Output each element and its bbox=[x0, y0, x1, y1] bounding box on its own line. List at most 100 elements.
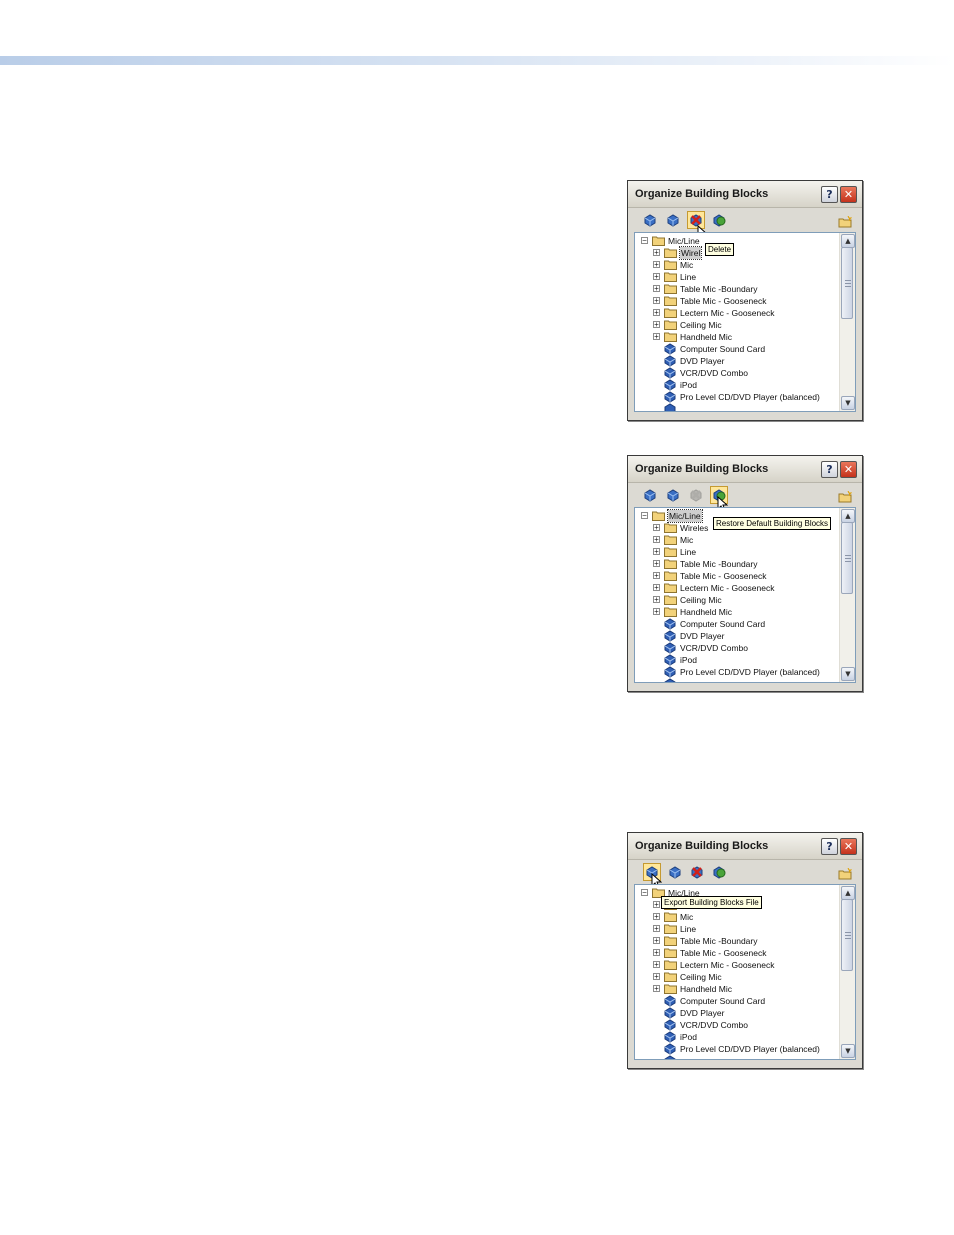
building-block-icon bbox=[663, 1007, 677, 1019]
expand-icon[interactable]: + bbox=[653, 309, 660, 317]
tree-item-label: Table Mic - Gooseneck bbox=[680, 296, 767, 306]
vertical-scrollbar[interactable]: ▲ ▼ bbox=[839, 508, 855, 682]
toolbar-tooltip: Export Building Blocks File bbox=[661, 896, 762, 909]
tree-item-label: Lectern Mic - Gooseneck bbox=[680, 308, 775, 318]
scroll-up-icon[interactable]: ▲ bbox=[841, 234, 855, 248]
tree-item-label: VCR/DVD Combo bbox=[680, 368, 749, 378]
expand-icon[interactable]: + bbox=[653, 536, 660, 544]
vertical-scrollbar[interactable]: ▲ ▼ bbox=[839, 233, 855, 411]
expand-icon[interactable]: + bbox=[653, 548, 660, 556]
building-block-icon bbox=[663, 678, 677, 682]
add-building-block-icon[interactable] bbox=[667, 864, 683, 880]
tree-item-label: Handheld Mic bbox=[680, 332, 732, 342]
expand-icon[interactable]: + bbox=[653, 249, 660, 257]
scrollbar-thumb[interactable] bbox=[841, 247, 853, 319]
tree-item-label: Lectern Mic - Gooseneck bbox=[680, 583, 775, 593]
building-block-icon bbox=[663, 630, 677, 642]
collapse-icon[interactable]: − bbox=[641, 512, 648, 520]
import-building-blocks-icon[interactable] bbox=[642, 487, 658, 503]
expand-icon[interactable]: + bbox=[653, 560, 660, 568]
close-button[interactable]: ✕ bbox=[840, 461, 857, 478]
tree-item-label: Handheld Mic bbox=[680, 607, 732, 617]
help-button[interactable]: ? bbox=[821, 186, 838, 203]
vertical-scrollbar[interactable]: ▲ ▼ bbox=[839, 885, 855, 1059]
building-blocks-tree: − Mic/Line + + Mic + Line + Table Mic -Bound… bbox=[635, 885, 839, 1059]
expand-icon[interactable]: + bbox=[653, 321, 660, 329]
expand-icon[interactable]: + bbox=[653, 925, 660, 933]
expand-icon[interactable]: + bbox=[653, 937, 660, 945]
dialog-toolbar bbox=[628, 483, 862, 505]
building-blocks-tree-panel: − Mic/Line + + Mic + Line + Table Mic -Bound… bbox=[634, 884, 856, 1060]
building-blocks-tree-panel: − Mic/Line + Wirel + Mic + Line + Table Mic -… bbox=[634, 232, 856, 412]
restore-default-building-blocks-icon[interactable] bbox=[711, 212, 727, 228]
tree-item-label: Pro Level CD/DVD Player (balanced) bbox=[680, 667, 820, 677]
dialog-title: Organize Building Blocks bbox=[635, 840, 769, 852]
delete-building-block-icon[interactable] bbox=[688, 487, 704, 503]
expand-icon[interactable]: + bbox=[653, 261, 660, 269]
tree-item-label: VCR/DVD Combo bbox=[680, 643, 749, 653]
dialog-toolbar bbox=[628, 860, 862, 882]
expand-icon[interactable]: + bbox=[653, 273, 660, 281]
new-folder-icon[interactable] bbox=[838, 865, 853, 880]
delete-building-block-icon[interactable] bbox=[689, 864, 705, 880]
scroll-down-icon[interactable]: ▼ bbox=[841, 1044, 855, 1058]
expand-icon[interactable]: + bbox=[653, 572, 660, 580]
scroll-down-icon[interactable]: ▼ bbox=[841, 396, 855, 410]
folder-icon bbox=[664, 984, 677, 994]
collapse-icon[interactable]: − bbox=[641, 889, 648, 897]
expand-icon[interactable]: + bbox=[653, 584, 660, 592]
folder-icon bbox=[664, 535, 677, 545]
close-button[interactable]: ✕ bbox=[840, 838, 857, 855]
expand-icon[interactable]: + bbox=[653, 524, 660, 532]
tree-item-label: Computer Sound Card bbox=[680, 344, 766, 354]
building-block-icon bbox=[663, 666, 677, 678]
expand-icon[interactable]: + bbox=[653, 961, 660, 969]
dialog-titlebar: Organize Building Blocks ? ✕ bbox=[628, 181, 862, 208]
folder-icon bbox=[664, 284, 677, 294]
scroll-up-icon[interactable]: ▲ bbox=[841, 886, 855, 900]
dialog-title: Organize Building Blocks bbox=[635, 463, 769, 475]
add-building-block-icon[interactable] bbox=[665, 212, 681, 228]
restore-default-building-blocks-icon[interactable] bbox=[711, 864, 727, 880]
expand-icon[interactable]: + bbox=[653, 949, 660, 957]
scroll-up-icon[interactable]: ▲ bbox=[841, 509, 855, 523]
tree-item-label: Mic bbox=[680, 912, 694, 922]
expand-icon[interactable]: + bbox=[653, 608, 660, 616]
help-button[interactable]: ? bbox=[821, 838, 838, 855]
tree-item-label: Ceiling Mic bbox=[680, 595, 722, 605]
new-folder-icon[interactable] bbox=[838, 488, 853, 503]
tree-item-label: Table Mic - Gooseneck bbox=[680, 948, 767, 958]
tree-item-label: Ceiling Mic bbox=[680, 972, 722, 982]
expand-icon[interactable]: + bbox=[653, 333, 660, 341]
import-building-blocks-icon[interactable] bbox=[642, 212, 658, 228]
expand-icon[interactable]: + bbox=[653, 901, 660, 909]
expand-icon[interactable]: + bbox=[653, 973, 660, 981]
collapse-icon[interactable]: − bbox=[641, 237, 648, 245]
expand-icon[interactable]: + bbox=[653, 285, 660, 293]
folder-icon bbox=[664, 924, 677, 934]
new-folder-icon[interactable] bbox=[838, 213, 853, 228]
close-button[interactable]: ✕ bbox=[840, 186, 857, 203]
tree-item-label: DVD Player bbox=[680, 356, 725, 366]
help-button[interactable]: ? bbox=[821, 461, 838, 478]
tree-item-label: Table Mic -Boundary bbox=[680, 936, 758, 946]
tree-item-label: Pro Level CD/DVD Player (balanced) bbox=[680, 392, 820, 402]
add-building-block-icon[interactable] bbox=[665, 487, 681, 503]
expand-icon[interactable]: + bbox=[653, 596, 660, 604]
tree-item-label: Wirel bbox=[678, 246, 703, 260]
organize-building-blocks-dialog: Organize Building Blocks ? ✕ − Mic/Line +… bbox=[627, 455, 863, 692]
scrollbar-thumb[interactable] bbox=[841, 522, 853, 594]
expand-icon[interactable]: + bbox=[653, 297, 660, 305]
building-blocks-tree-panel: − Mic/Line + Wireles + Mic + Line + Table Mic… bbox=[634, 507, 856, 683]
scroll-down-icon[interactable]: ▼ bbox=[841, 667, 855, 681]
building-block-icon bbox=[663, 367, 677, 379]
tree-item-label: Table Mic -Boundary bbox=[680, 559, 758, 569]
folder-icon bbox=[664, 583, 677, 593]
scrollbar-thumb[interactable] bbox=[841, 899, 853, 971]
toolbar-tooltip: Delete bbox=[705, 243, 735, 256]
building-block-icon bbox=[663, 618, 677, 630]
expand-icon[interactable]: + bbox=[653, 985, 660, 993]
tree-item-label: Pro Level CD/DVD Player (balanced) bbox=[680, 1044, 820, 1054]
building-block-icon bbox=[663, 1055, 677, 1059]
expand-icon[interactable]: + bbox=[653, 913, 660, 921]
